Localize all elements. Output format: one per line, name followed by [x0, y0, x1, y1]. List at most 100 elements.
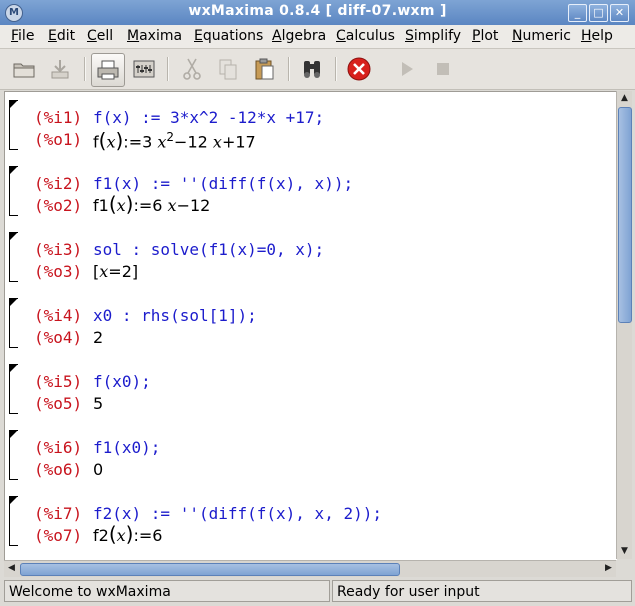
- continue-icon[interactable]: [393, 55, 421, 83]
- worksheet[interactable]: (%i1) f(x) := 3*x^2 -12*x +17; (%o1) f(x…: [4, 91, 617, 560]
- scrollbar-corner: [616, 560, 632, 577]
- menu-help[interactable]: Help: [581, 27, 613, 46]
- status-message: Welcome to wxMaxima: [4, 580, 330, 602]
- menu-maxima[interactable]: Maxima: [127, 27, 182, 46]
- output-exponent: 2: [166, 130, 175, 144]
- menu-file[interactable]: File: [11, 27, 34, 46]
- output-math: f2(x):=6: [93, 522, 163, 546]
- output-coef: 3: [142, 132, 153, 152]
- input-code[interactable]: x0 : rhs(sol[1]);: [93, 306, 257, 325]
- output-func: f1: [93, 196, 109, 215]
- output-term: =2: [108, 262, 132, 281]
- output-label: (%o5): [34, 394, 83, 413]
- cell-5[interactable]: (%i5) f(x0); (%o5) 5: [5, 360, 615, 416]
- menu-equations-label: Equations: [194, 28, 264, 44]
- cell-3[interactable]: (%i3) sol : solve(f1(x)=0, x); (%o3) [x=…: [5, 228, 615, 284]
- output-coef: 6: [152, 526, 163, 545]
- horizontal-scroll-thumb[interactable]: [20, 563, 400, 576]
- menu-edit-label: Edit: [48, 28, 76, 44]
- scroll-down-arrow-icon[interactable]: ▼: [617, 544, 632, 559]
- cell-bracket-triangle[interactable]: [9, 232, 18, 241]
- status-bar: Welcome to wxMaxima Ready for user input: [0, 578, 635, 606]
- copy-icon[interactable]: [214, 55, 242, 83]
- input-code[interactable]: f2(x) := ''(diff(f(x), x, 2));: [93, 504, 382, 523]
- cell-bracket-triangle[interactable]: [9, 298, 18, 307]
- input-code[interactable]: f(x0);: [93, 372, 151, 391]
- cell-6[interactable]: (%i6) f1(x0); (%o6) 0: [5, 426, 615, 482]
- menu-numeric[interactable]: Numeric: [512, 27, 571, 46]
- input-code[interactable]: sol : solve(f1(x)=0, x);: [93, 240, 324, 259]
- maximize-button[interactable]: □: [589, 4, 608, 22]
- input-code[interactable]: f1(x) := ''(diff(f(x), x));: [93, 174, 353, 193]
- paste-icon[interactable]: [250, 55, 278, 83]
- menu-calculus[interactable]: Calculus: [336, 27, 395, 46]
- output-var: x: [212, 132, 222, 152]
- config-icon[interactable]: [130, 55, 158, 83]
- cell-bracket-triangle[interactable]: [9, 496, 18, 505]
- menu-cell[interactable]: Cell: [87, 27, 113, 46]
- menu-simplify-label: Simplify: [405, 28, 462, 44]
- menu-cell-label: Cell: [87, 28, 114, 44]
- scroll-left-arrow-icon[interactable]: ◀: [4, 561, 19, 576]
- output-var: x: [116, 196, 126, 215]
- cell-bracket-triangle[interactable]: [9, 430, 18, 439]
- menu-plot-label: Plot: [472, 28, 499, 44]
- output-label: (%o3): [34, 262, 83, 281]
- input-label: (%i1): [34, 108, 83, 127]
- output-math: [x=2]: [93, 262, 138, 281]
- input-code[interactable]: f(x) := 3*x^2 -12*x +17;: [93, 108, 324, 127]
- output-math: f1(x):=6 x−12: [93, 192, 211, 216]
- cell-7[interactable]: (%i7) f2(x) := ''(diff(f(x), x, 2)); (%o…: [5, 492, 615, 548]
- vertical-scroll-thumb[interactable]: [618, 107, 632, 323]
- toolbar: [0, 49, 635, 90]
- toolbar-separator: [288, 57, 290, 81]
- output-bracket: ]: [131, 262, 139, 281]
- open-folder-icon[interactable]: [10, 55, 38, 83]
- toolbar-separator: [167, 57, 169, 81]
- cut-icon[interactable]: [178, 55, 206, 83]
- scroll-right-arrow-icon[interactable]: ▶: [601, 561, 616, 576]
- cell-4[interactable]: (%i4) x0 : rhs(sol[1]); (%o4) 2: [5, 294, 615, 350]
- interrupt-icon[interactable]: [345, 55, 373, 83]
- menu-algebra[interactable]: Algebra: [272, 27, 326, 46]
- minimize-button[interactable]: _: [568, 4, 587, 22]
- output-func: f2: [93, 526, 109, 545]
- window-title: wxMaxima 0.8.4 [ diff-07.wxm ]: [188, 3, 447, 19]
- menu-calculus-label: Calculus: [336, 28, 395, 44]
- output-coef: 6: [152, 196, 168, 215]
- output-term: +17: [221, 132, 256, 152]
- menu-equations[interactable]: Equations: [194, 27, 263, 46]
- input-code[interactable]: f1(x0);: [93, 438, 160, 457]
- menu-bar: File Edit Cell Maxima Equations Algebra …: [0, 25, 635, 49]
- menu-algebra-label: Algebra: [272, 28, 327, 44]
- menu-edit[interactable]: Edit: [48, 27, 75, 46]
- cell-bracket-triangle[interactable]: [9, 100, 18, 109]
- find-icon[interactable]: [298, 55, 326, 83]
- horizontal-scrollbar[interactable]: ◀ ▶: [4, 560, 616, 577]
- menu-file-label: File: [11, 28, 35, 44]
- output-math: f(x):=3 x2−12 x+17: [93, 128, 256, 153]
- menu-plot[interactable]: Plot: [472, 27, 498, 46]
- output-label: (%o7): [34, 526, 83, 545]
- input-label: (%i7): [34, 504, 83, 523]
- output-var: x: [167, 196, 177, 215]
- menu-help-label: Help: [581, 28, 613, 44]
- menu-simplify[interactable]: Simplify: [405, 27, 461, 46]
- cell-2[interactable]: (%i2) f1(x) := ''(diff(f(x), x)); (%o2) …: [5, 162, 615, 218]
- close-button[interactable]: ✕: [610, 4, 629, 22]
- menu-maxima-label: Maxima: [127, 28, 183, 44]
- stop-icon[interactable]: [429, 55, 457, 83]
- input-label: (%i5): [34, 372, 83, 391]
- title-bar: M wxMaxima 0.8.4 [ diff-07.wxm ] _ □ ✕: [0, 0, 635, 25]
- save-icon[interactable]: [46, 55, 74, 83]
- cell-1[interactable]: (%i1) f(x) := 3*x^2 -12*x +17; (%o1) f(x…: [5, 96, 615, 152]
- output-value: 5: [93, 394, 104, 413]
- cell-bracket-triangle[interactable]: [9, 166, 18, 175]
- scroll-up-arrow-icon[interactable]: ▲: [617, 91, 632, 106]
- output-label: (%o4): [34, 328, 83, 347]
- output-term: −12: [176, 196, 211, 215]
- input-label: (%i2): [34, 174, 83, 193]
- print-icon[interactable]: [91, 53, 125, 87]
- cell-bracket-triangle[interactable]: [9, 364, 18, 373]
- vertical-scrollbar[interactable]: ▲ ▼: [616, 91, 632, 559]
